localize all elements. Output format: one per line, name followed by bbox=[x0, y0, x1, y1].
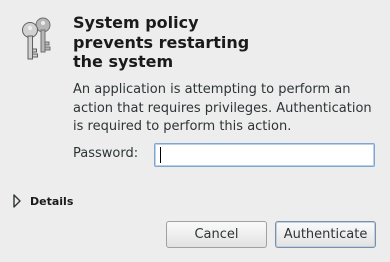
details-label: Details bbox=[30, 194, 74, 208]
password-label: Password: bbox=[73, 146, 139, 161]
text-cursor bbox=[160, 147, 161, 163]
authentication-dialog: System policy prevents restarting the sy… bbox=[0, 0, 390, 262]
dialog-message: An application is attempting to perform … bbox=[73, 82, 372, 134]
password-field[interactable] bbox=[154, 143, 375, 167]
cancel-button[interactable]: Cancel bbox=[166, 221, 267, 248]
authenticate-button[interactable]: Authenticate bbox=[275, 221, 376, 248]
expander-arrow-icon bbox=[12, 194, 22, 208]
dialog-title: System policy prevents restarting the sy… bbox=[73, 13, 250, 71]
details-expander[interactable]: Details bbox=[12, 194, 73, 208]
keys-icon bbox=[18, 14, 58, 62]
